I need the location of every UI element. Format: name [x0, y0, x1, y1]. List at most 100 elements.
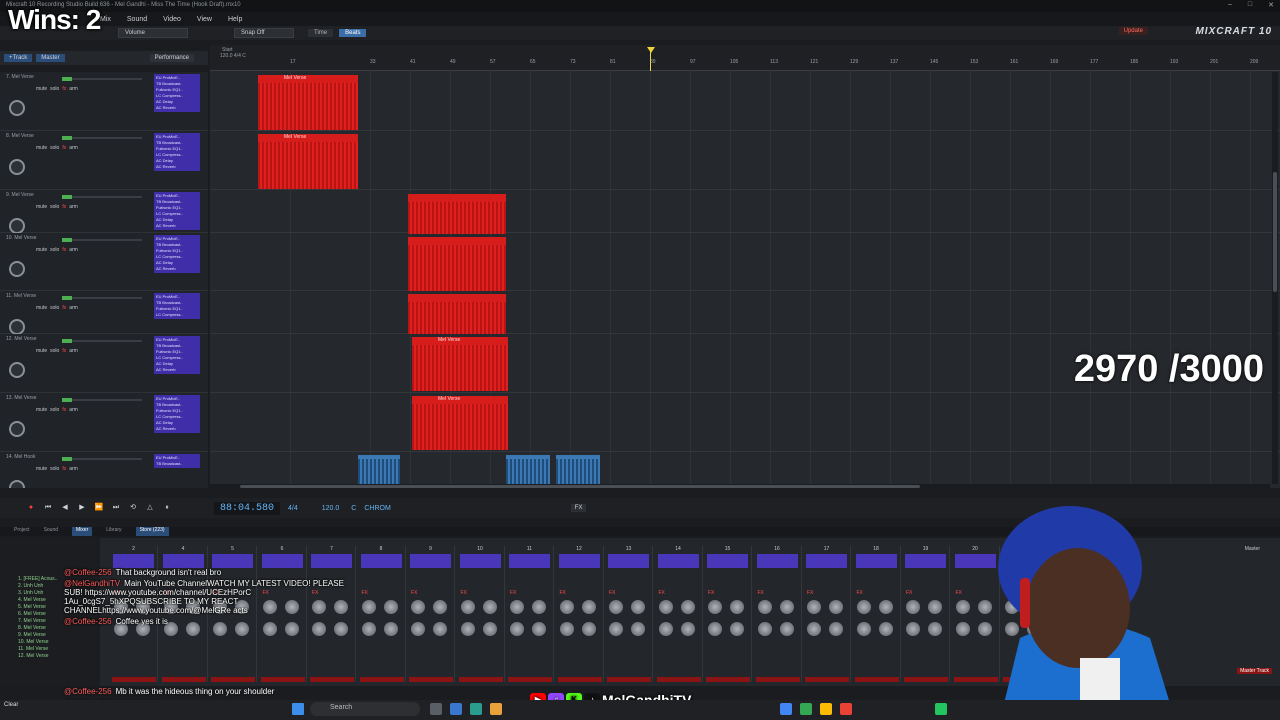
- track-fx-list[interactable]: EU ProMixE.. TB Broadcast.. Fuitronic EQ1.…: [154, 235, 200, 273]
- eq-knob-icon[interactable]: [730, 622, 744, 636]
- audio-clip[interactable]: [408, 294, 506, 334]
- task-view-icon[interactable]: [430, 703, 442, 715]
- track-lane[interactable]: [210, 190, 1280, 233]
- menu-video[interactable]: Video: [163, 16, 181, 23]
- tab-library[interactable]: Library: [106, 527, 121, 536]
- arm-button[interactable]: arm: [69, 348, 78, 354]
- channel-plugin-slot[interactable]: [707, 554, 748, 568]
- fx-plugin-item[interactable]: AC Reverb: [156, 426, 198, 432]
- mixer-channel-strip[interactable]: 9 FX: [407, 546, 455, 682]
- gain-knob-icon[interactable]: [482, 600, 497, 614]
- fx-button[interactable]: fx: [62, 247, 66, 253]
- rewind-start-icon[interactable]: ⏮: [41, 502, 55, 514]
- fx-plugin-item[interactable]: AC Reverb: [156, 367, 198, 373]
- mixer-channel-strip[interactable]: 11 FX: [506, 546, 554, 682]
- tab-project[interactable]: Project: [14, 527, 30, 536]
- gain-knob-icon[interactable]: [631, 600, 645, 614]
- tab-store[interactable]: Store (223): [135, 527, 169, 536]
- taskbar-search[interactable]: Search: [310, 702, 420, 716]
- track-fx-list[interactable]: EU ProMixE.. TB Broadcast..: [154, 454, 200, 468]
- gain-knob-icon[interactable]: [878, 600, 893, 614]
- mute-button[interactable]: mute: [36, 247, 47, 253]
- folder-icon[interactable]: [490, 703, 502, 715]
- key-display[interactable]: C: [351, 505, 356, 512]
- play-icon[interactable]: ▶: [75, 502, 89, 514]
- track-name[interactable]: 9. Mel Verse: [6, 192, 34, 198]
- track-lane[interactable]: [210, 291, 1280, 334]
- speaker-icon[interactable]: [9, 100, 25, 116]
- solo-button[interactable]: solo: [50, 348, 59, 354]
- track-lane[interactable]: [210, 131, 1280, 190]
- pan-knob-icon[interactable]: [708, 600, 722, 614]
- channel-fx-button[interactable]: FX: [708, 590, 714, 596]
- track-volume-slider[interactable]: [62, 296, 142, 300]
- time-button[interactable]: Time: [308, 29, 334, 37]
- track-row[interactable]: 11. Mel Verse mute solo fx arm EU ProMixE.. TB…: [0, 291, 208, 335]
- pan-knob-icon[interactable]: [807, 600, 821, 614]
- pause-icon[interactable]: ⏸: [160, 502, 174, 514]
- channel-plugin-slot[interactable]: [311, 554, 352, 568]
- solo-button[interactable]: solo: [50, 466, 59, 472]
- pan-knob-icon[interactable]: [411, 600, 425, 614]
- track-fx-list[interactable]: EU ProMixE.. TB Broadcast.. Fuitronic EQ1.…: [154, 74, 200, 112]
- channel-plugin-slot[interactable]: [855, 554, 897, 568]
- mixer-channel-strip[interactable]: 18 FX: [853, 546, 901, 682]
- arm-button[interactable]: arm: [69, 466, 78, 472]
- app-icon-5[interactable]: [840, 703, 852, 715]
- eq-knob-icon[interactable]: [482, 622, 497, 636]
- track-row[interactable]: 8. Mel Verse mute solo fx arm EU ProMixE.. TB …: [0, 131, 208, 190]
- app-icon-3[interactable]: [800, 703, 812, 715]
- track-volume-slider[interactable]: [62, 398, 142, 402]
- gain-knob-icon[interactable]: [383, 600, 398, 614]
- track-volume-slider[interactable]: [62, 77, 142, 81]
- mixer-channel-strip[interactable]: 17 FX: [803, 546, 851, 682]
- track-row[interactable]: 13. Mel Verse mute solo fx arm EU ProMixE.. TB…: [0, 393, 208, 452]
- track-lane[interactable]: [210, 393, 1280, 452]
- fx-button[interactable]: fx: [62, 305, 66, 311]
- pan-knob-icon[interactable]: [460, 600, 475, 614]
- channel-plugin-slot[interactable]: [657, 554, 699, 568]
- channel-fx-button[interactable]: FX: [461, 590, 467, 596]
- fx-plugin-item[interactable]: TB Broadcast..: [156, 461, 198, 467]
- fx-plugin-item[interactable]: LC Compress..: [156, 312, 198, 318]
- track-row[interactable]: 9. Mel Verse mute solo fx arm EU ProMixE.. TB …: [0, 190, 208, 234]
- channel-plugin-slot[interactable]: [806, 554, 847, 568]
- channel-plugin-slot[interactable]: [360, 554, 402, 568]
- mixer-channel-strip[interactable]: 19 FX: [902, 546, 950, 682]
- chrom-display[interactable]: CHROM: [364, 505, 390, 512]
- speaker-icon[interactable]: [9, 319, 25, 335]
- track-name[interactable]: 7. Mel Verse: [6, 74, 34, 80]
- channel-plugin-slot[interactable]: [261, 554, 303, 568]
- app-icon-4[interactable]: [820, 703, 832, 715]
- channel-fx-button[interactable]: FX: [758, 590, 764, 596]
- audio-clip[interactable]: Mel Verse: [258, 134, 358, 189]
- solo-button[interactable]: solo: [50, 145, 59, 151]
- track-volume-slider[interactable]: [62, 195, 142, 199]
- mixer-channel-strip[interactable]: 13 FX: [605, 546, 653, 682]
- eq-knob-icon[interactable]: [680, 622, 695, 636]
- eq-knob-icon[interactable]: [433, 622, 447, 636]
- mute-button[interactable]: mute: [36, 86, 47, 92]
- gain-knob-icon[interactable]: [829, 600, 843, 614]
- track-volume-slider[interactable]: [62, 339, 142, 343]
- channel-fx-button[interactable]: FX: [609, 590, 615, 596]
- audio-clip[interactable]: [408, 194, 506, 234]
- channel-plugin-slot[interactable]: [509, 554, 550, 568]
- gain-knob-icon[interactable]: [680, 600, 695, 614]
- track-volume-slider[interactable]: [62, 136, 142, 140]
- speaker-icon[interactable]: [9, 421, 25, 437]
- mixer-channel-strip[interactable]: 10 FX: [457, 546, 505, 682]
- solo-button[interactable]: solo: [50, 86, 59, 92]
- timeline[interactable]: Start 120.0 4/4 C 17 33 41 49 57 65 73 81 89 97 10…: [210, 45, 1280, 488]
- arm-button[interactable]: arm: [69, 407, 78, 413]
- channel-fx-button[interactable]: FX: [659, 590, 665, 596]
- track-name[interactable]: 12. Mel Verse: [6, 336, 37, 342]
- ruler[interactable]: Start 120.0 4/4 C 17 33 41 49 57 65 73 81 89 97 10…: [210, 45, 1280, 71]
- mixer-channel-strip[interactable]: 12 FX: [556, 546, 604, 682]
- update-button[interactable]: Update: [1118, 27, 1148, 35]
- track-name[interactable]: 11. Mel Verse: [6, 293, 36, 299]
- fx-button[interactable]: fx: [62, 407, 66, 413]
- speaker-icon[interactable]: [9, 480, 25, 488]
- audio-clip[interactable]: [408, 237, 506, 291]
- track-row[interactable]: 12. Mel Verse mute solo fx arm EU ProMixE.. TB…: [0, 334, 208, 393]
